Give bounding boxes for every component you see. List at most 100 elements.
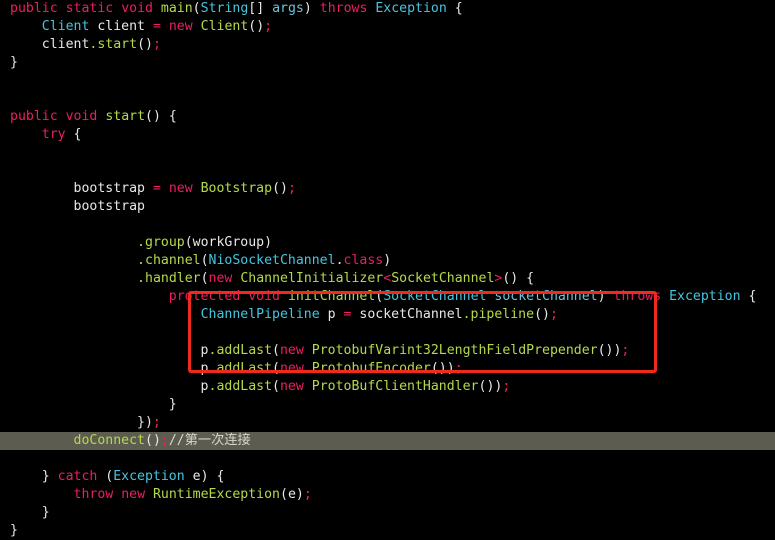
token-punct: ( [272,361,280,376]
code-line-20[interactable]: p.addLast(new ProtobufVarint32LengthFiel… [0,342,775,360]
token-brace: } [10,469,58,484]
code-line-28[interactable]: throw new RuntimeException(e); [0,486,775,504]
token-punct: ( [272,343,280,358]
token-keyword: new [121,487,146,502]
code-line-27[interactable]: } catch (Exception e) { [0,468,775,486]
token-method: addLast [216,361,273,376]
token-identifier: e) { [184,469,225,484]
token-keyword: static [65,1,114,16]
token-semicolon: ; [303,487,312,502]
token-generic-open: < [383,271,392,286]
token-dot: . [137,253,145,268]
token-punct: ( [97,469,114,484]
token-identifier: client [89,19,153,34]
token-type: Exception [669,289,741,304]
code-line-13[interactable] [0,216,775,234]
token-keyword: void [65,109,98,124]
token-punct: }) [10,415,153,430]
token-keyword: public [10,109,58,124]
code-line-5[interactable] [0,72,775,90]
token-type: ChannelPipeline [200,307,320,322]
token-semicolon: ; [152,37,161,52]
token-semicolon: ; [152,415,161,430]
token-constructor: ProtobufEncoder [311,361,431,376]
token-punct: () [534,307,550,322]
token-operator: = [152,19,161,34]
token-keyword: new [168,19,193,34]
token-method: initChannel [287,289,376,304]
code-line-17[interactable]: protected void initChannel(SocketChannel… [0,288,775,306]
token-method: addLast [216,379,273,394]
code-line-15[interactable]: .channel(NioSocketChannel.class) [0,252,775,270]
token-semicolon: ; [549,307,558,322]
token-punct: [] [248,1,273,16]
code-line-1[interactable]: public static void main(String[] args) t… [0,0,775,18]
token-keyword: throws [613,289,662,304]
token-type: Exception [113,469,185,484]
code-line-11[interactable]: bootstrap = new Bootstrap(); [0,180,775,198]
token-punct: () [145,433,161,448]
code-line-22[interactable]: p.addLast(new ProtoBufClientHandler()); [0,378,775,396]
token-punct: { [65,127,82,142]
token-keyword: new [208,271,233,286]
token-keyword: void [121,1,153,16]
code-line-16[interactable]: .handler(new ChannelInitializer<SocketCh… [0,270,775,288]
code-line-4[interactable]: } [0,54,775,72]
code-line-29[interactable]: } [0,504,775,522]
code-line-24[interactable]: }); [0,414,775,432]
code-line-25-highlighted[interactable]: doConnect();//第一次连接 [0,432,775,450]
token-punct: ) [303,1,320,16]
code-line-18[interactable]: ChannelPipeline p = socketChannel.pipeli… [0,306,775,324]
token-semicolon: ; [502,379,511,394]
token-method: handler [145,271,201,286]
code-line-19[interactable] [0,324,775,342]
token-type: String [200,1,249,16]
token-constructor: Client [200,19,249,34]
code-line-10[interactable] [0,162,775,180]
token-punct: () [137,37,153,52]
token-constructor: ProtobufVarint32LengthFieldPrepender [311,343,598,358]
token-punct: ( [200,253,209,268]
token-identifier: p [10,379,209,394]
token-brace: } [10,397,177,412]
code-line-14[interactable]: .group(workGroup) [0,234,775,252]
code-line-8[interactable]: try { [0,126,775,144]
token-type: SocketChannel [383,289,487,304]
token-dot: . [335,253,344,268]
code-line-7[interactable]: public void start() { [0,108,775,126]
code-line-12[interactable]: bootstrap [0,198,775,216]
code-line-21[interactable]: p.addLast(new ProtobufEncoder()); [0,360,775,378]
token-punct: ( [192,1,201,16]
code-line-2[interactable]: Client client = new Client(); [0,18,775,36]
token-identifier: p [319,307,344,322]
code-line-6[interactable] [0,90,775,108]
code-line-9[interactable] [0,144,775,162]
token-method: channel [145,253,201,268]
token-constructor: ProtoBufClientHandler [311,379,479,394]
token-operator: = [152,181,161,196]
token-identifier: bootstrap [10,199,145,214]
token-identifier: client [10,37,90,52]
token-punct: ( [272,379,280,394]
code-line-30[interactable]: } [0,522,775,540]
token-comment: //第一次连接 [168,433,251,448]
token-identifier: socketChannel [351,307,463,322]
token-punct: ()) [597,343,622,358]
code-editor-pane[interactable]: public static void main(String[] args) t… [0,0,775,538]
token-semicolon: ; [160,433,169,448]
token-brace: } [10,523,18,538]
code-line-3[interactable]: client.start(); [0,36,775,54]
code-line-23[interactable]: } [0,396,775,414]
code-line-26[interactable] [0,450,775,468]
token-punct: { [740,289,757,304]
